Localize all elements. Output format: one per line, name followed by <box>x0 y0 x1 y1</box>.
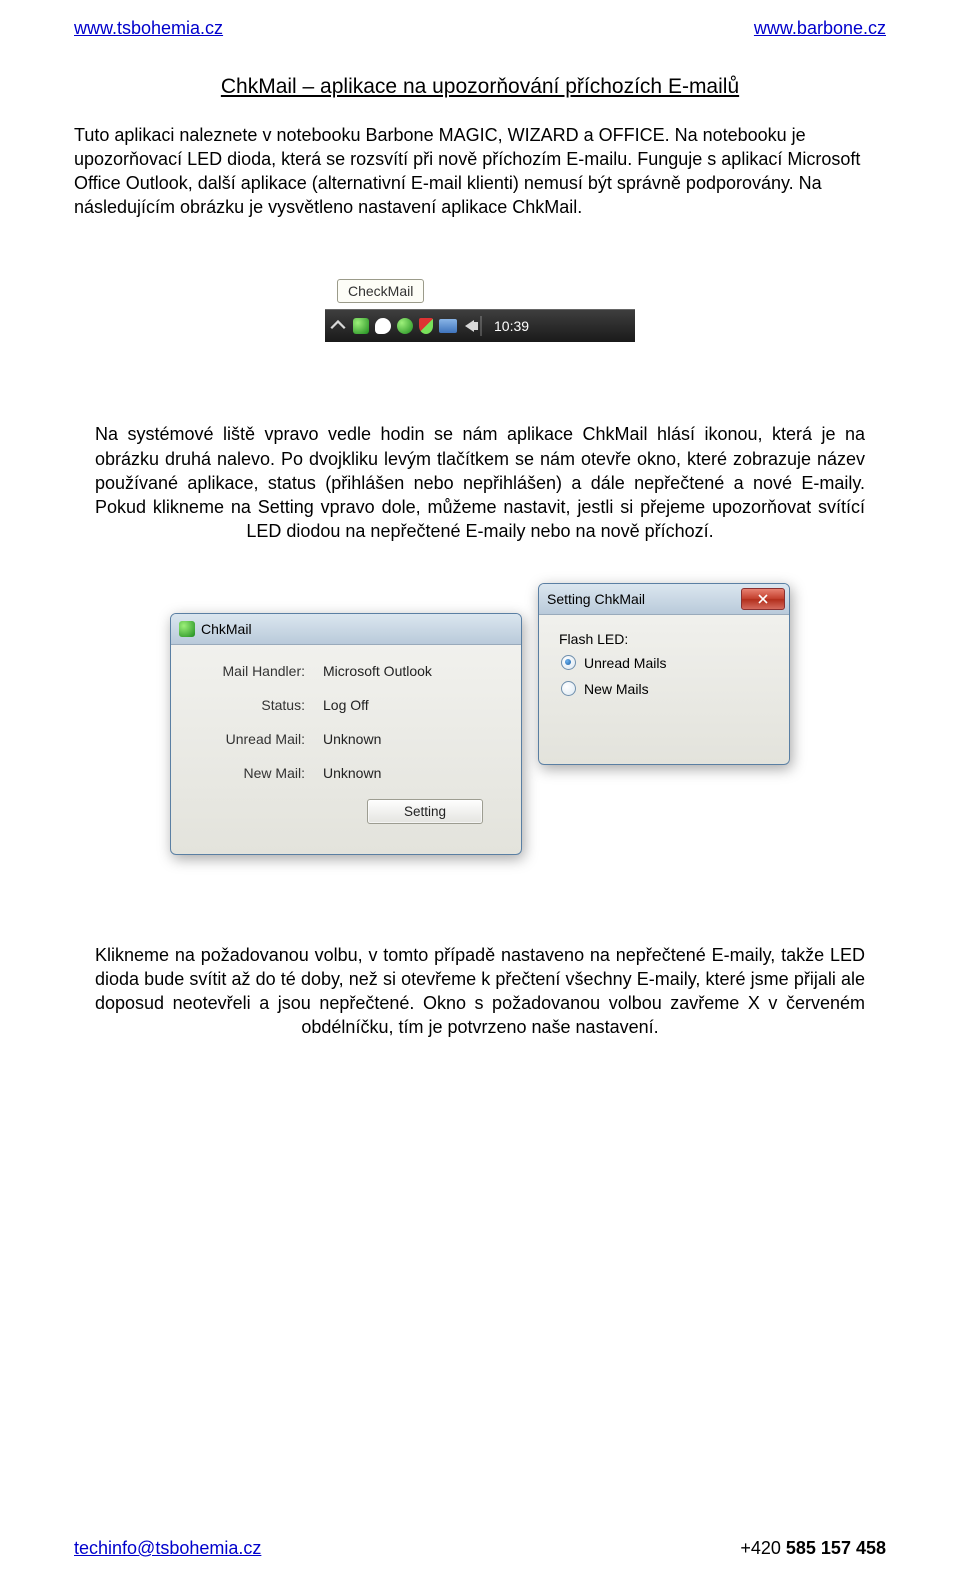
radio-new-label: New Mails <box>584 681 649 697</box>
mail-handler-label: Mail Handler: <box>193 663 323 679</box>
footer-email[interactable]: techinfo@tsbohemia.cz <box>74 1538 261 1559</box>
setting-window-title: Setting ChkMail <box>547 591 645 607</box>
close-icon[interactable] <box>741 588 785 610</box>
messenger-tray-icon[interactable] <box>375 318 391 334</box>
radio-icon <box>561 655 576 670</box>
system-tray: 10:39 <box>325 309 635 342</box>
tray-arrow-icon[interactable] <box>329 317 347 335</box>
radio-unread-mails[interactable]: Unread Mails <box>561 655 769 671</box>
network-tray-icon[interactable] <box>439 319 457 333</box>
page-title: ChkMail – aplikace na upozorňování přích… <box>74 75 886 99</box>
tray-clock[interactable]: 10:39 <box>488 318 535 334</box>
middle-paragraph: Na systémové liště vpravo vedle hodin se… <box>95 422 865 543</box>
footer-phone: +420 585 157 458 <box>740 1538 886 1559</box>
chkmail-window-title: ChkMail <box>201 621 252 637</box>
header-right-link[interactable]: www.barbone.cz <box>754 18 886 39</box>
setting-button[interactable]: Setting <box>367 799 483 824</box>
chkmail-title-icon <box>179 621 195 637</box>
final-paragraph: Klikneme na požadovanou volbu, v tomto p… <box>95 943 865 1039</box>
settings-figure: Setting ChkMail Flash LED: Unread Mails … <box>170 583 790 863</box>
status-label: Status: <box>193 697 323 713</box>
new-mail-label: New Mail: <box>193 765 323 781</box>
taskbar-figure: CheckMail 10:39 <box>325 279 635 342</box>
footer-phone-number: 585 157 458 <box>786 1538 886 1558</box>
tray-separator <box>480 316 482 336</box>
unread-mail-label: Unread Mail: <box>193 731 323 747</box>
footer-phone-prefix: +420 <box>740 1538 786 1558</box>
status-value: Log Off <box>323 697 369 713</box>
checkmail-tray-icon[interactable] <box>353 318 369 334</box>
new-mail-value: Unknown <box>323 765 381 781</box>
radio-icon <box>561 681 576 696</box>
header-left-link[interactable]: www.tsbohemia.cz <box>74 18 223 39</box>
chkmail-window: ChkMail Mail Handler: Microsoft Outlook … <box>170 613 522 855</box>
setting-chkmail-window: Setting ChkMail Flash LED: Unread Mails … <box>538 583 790 765</box>
unread-mail-value: Unknown <box>323 731 381 747</box>
mail-handler-value: Microsoft Outlook <box>323 663 432 679</box>
radio-new-mails[interactable]: New Mails <box>561 681 769 697</box>
security-shield-icon[interactable] <box>419 318 433 334</box>
volume-tray-icon[interactable] <box>465 320 474 332</box>
intro-paragraph: Tuto aplikaci naleznete v notebooku Barb… <box>74 123 886 219</box>
flash-led-label: Flash LED: <box>559 631 769 647</box>
status-tray-icon[interactable] <box>397 318 413 334</box>
checkmail-tooltip: CheckMail <box>337 279 424 303</box>
radio-unread-label: Unread Mails <box>584 655 666 671</box>
